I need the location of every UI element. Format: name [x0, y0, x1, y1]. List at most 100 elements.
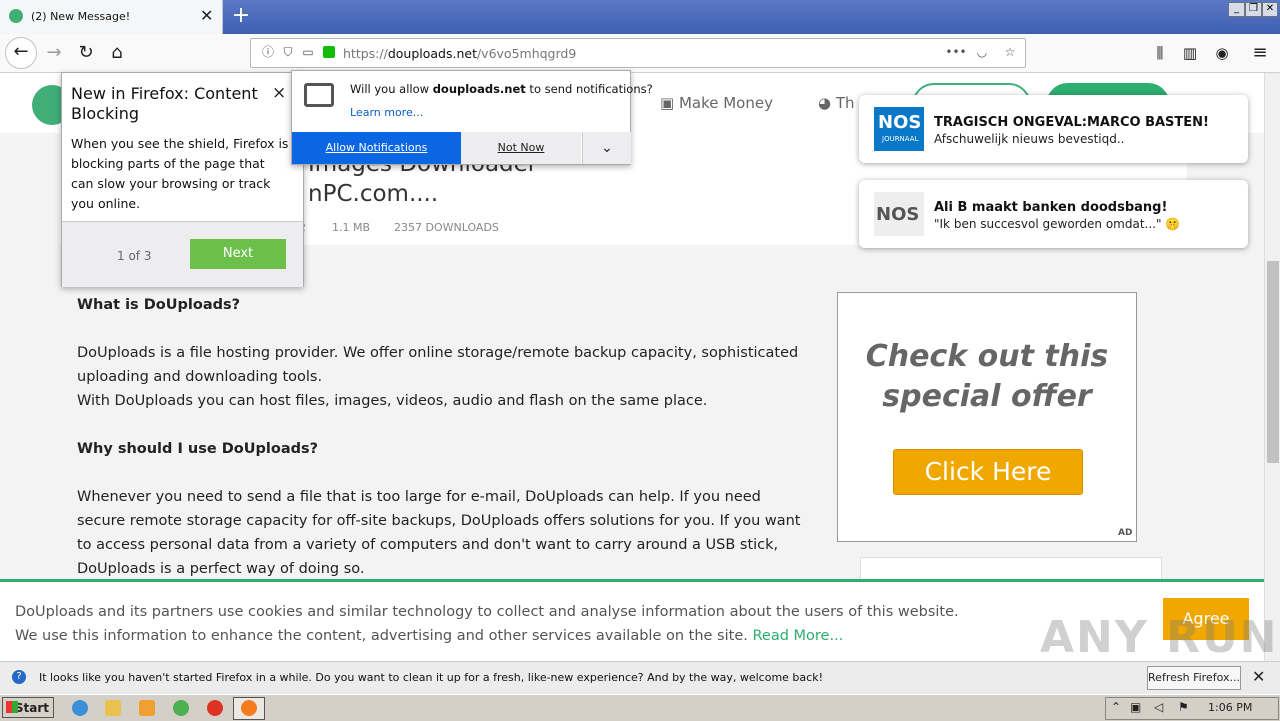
nos-logo-text: NOS	[876, 204, 920, 225]
windows-flag-icon	[6, 701, 18, 713]
firefox-taskbar-button[interactable]	[233, 697, 265, 720]
money-icon: ▣	[660, 94, 679, 112]
heading-why-use: Why should I use DoUploads?	[77, 441, 319, 457]
popup-footer: 1 of 3 Next	[62, 221, 303, 287]
info-icon[interactable]: ⓘ	[261, 45, 275, 59]
question-domain: douploads.net	[432, 82, 526, 96]
paragraph-what-is-b: With DoUploads you can host files, image…	[77, 393, 708, 409]
heading-what-is: What is DoUploads?	[77, 297, 241, 313]
reload-button[interactable]: ↻	[72, 39, 100, 67]
ad-click-button[interactable]: Click Here	[893, 449, 1083, 495]
library-icon[interactable]: ⫼	[1146, 39, 1174, 67]
firefox-notification-bar: ? It looks like you haven't started Fire…	[0, 661, 1280, 694]
news-toast-2[interactable]: NOS Ali B maakt banken doodsbang! "Ik be…	[859, 180, 1248, 248]
not-now-button[interactable]: Not Now	[461, 132, 581, 164]
cookie-text: DoUploads and its partners use cookies a…	[15, 600, 965, 648]
network-icon[interactable]: ▣	[1130, 700, 1141, 714]
ie-icon[interactable]	[72, 700, 88, 716]
file-downloads-count: 2357	[394, 221, 422, 234]
pocket-icon[interactable]: ◡	[975, 45, 989, 59]
media-player-icon[interactable]	[139, 700, 155, 716]
watermark: ANY RUN	[1040, 612, 1279, 663]
bookmark-star-icon[interactable]: ☆	[1003, 45, 1017, 59]
url-text[interactable]: https://douploads.net/v6vo5mhqgrd9	[343, 46, 576, 61]
clock: 1:06 PM	[1208, 701, 1253, 714]
shield-icon[interactable]: ⛉	[281, 45, 295, 59]
toast-heading: Ali B maakt banken doodsbang!	[934, 200, 1168, 215]
recaptcha-widget[interactable]	[860, 557, 1162, 580]
read-more-link[interactable]: Read More...	[752, 628, 843, 644]
home-button[interactable]: ⌂	[103, 39, 131, 67]
file-size: 1.1 MB	[332, 221, 371, 234]
tab-active[interactable]: (2) New Message! ✕	[0, 0, 223, 34]
ad-text: Check out this special offer	[865, 339, 1109, 414]
url-domain: douploads.net	[387, 46, 477, 61]
new-tab-button[interactable]: +	[230, 3, 252, 28]
page-scrollbar[interactable]	[1264, 73, 1280, 661]
minimize-button[interactable]: _	[1228, 2, 1245, 17]
permission-question: Will you allow douploads.net to send not…	[350, 82, 653, 96]
toast-body: Afschuwelijk nieuws bevestiqd..	[934, 132, 1125, 146]
chrome-icon[interactable]	[173, 700, 189, 716]
toast-body: "Ik ben succesvol geworden omdat..." 🤫	[934, 217, 1181, 231]
chat-bubble-icon	[304, 83, 334, 107]
firefox-icon	[241, 700, 257, 716]
popup-step: 1 of 3	[117, 249, 152, 263]
paragraph-what-is-a: DoUploads is a file hosting provider. We…	[77, 345, 799, 385]
file-downloads: 2357 DOWNLOADS	[394, 221, 499, 234]
popup-title: New in Firefox: Content Blocking	[71, 84, 258, 123]
sidebar-icon[interactable]: ▥	[1176, 39, 1204, 67]
nav-themes-label: Th	[835, 94, 855, 112]
more-options-chevron-icon[interactable]: ⌄	[582, 132, 631, 164]
windows-taskbar: Start ⌃ ▣ ◁ ⚑ 1:06 PM	[0, 694, 1280, 721]
cookie-line-1: DoUploads and its partners use cookies a…	[15, 604, 959, 620]
palette-icon: ◕	[818, 94, 836, 112]
nos-logo: NOS	[874, 192, 924, 236]
learn-more-link[interactable]: Learn more...	[350, 106, 423, 119]
refresh-firefox-button[interactable]: Refresh Firefox...	[1147, 666, 1241, 690]
explorer-icon[interactable]	[105, 700, 121, 716]
nav-make-money-label: Make Money	[678, 94, 773, 112]
tab-strip: (2) New Message! ✕ + _ ❐ ✕	[0, 0, 1280, 34]
content-blocking-popup: New in Firefox: Content Blocking × When …	[61, 72, 304, 287]
question-pre: Will you allow	[350, 82, 433, 96]
allow-notifications-button[interactable]: Allow Notifications	[292, 132, 461, 164]
navigation-toolbar: ← → ↻ ⌂ ⓘ ⛉ ▭ https://douploads.net/v6vo…	[0, 34, 1280, 73]
back-button[interactable]: ←	[5, 37, 37, 69]
firefox-notice-text: It looks like you haven't started Firefo…	[39, 671, 823, 684]
question-post: to send notifications?	[525, 82, 653, 96]
url-bar[interactable]: ⓘ ⛉ ▭ https://douploads.net/v6vo5mhqgrd9…	[250, 38, 1026, 68]
system-tray: ⌃ ▣ ◁ ⚑	[1105, 697, 1279, 720]
menu-button[interactable]: ≡	[1246, 39, 1274, 67]
lock-icon	[323, 46, 335, 58]
ad-banner[interactable]: Check out this special offer Click Here …	[837, 292, 1137, 542]
restore-button[interactable]: ❐	[1245, 2, 1262, 17]
flag-icon[interactable]: ⚑	[1178, 700, 1189, 714]
notification-permission-icon[interactable]: ▭	[301, 45, 315, 59]
scrollbar-thumb[interactable]	[1267, 261, 1279, 463]
nav-make-money[interactable]: ▣ Make Money	[660, 94, 773, 112]
page-actions-icon[interactable]: •••	[945, 45, 967, 59]
url-path: /v6vo5mhqgrd9	[476, 46, 577, 61]
nos-logo-sub: JOURNAAL	[882, 135, 919, 143]
notice-close-icon[interactable]: ✕	[1252, 667, 1265, 686]
nav-themes[interactable]: ◕ Th	[818, 94, 855, 112]
toast-heading: TRAGISCH ONGEVAL:MARCO BASTEN!	[934, 115, 1209, 130]
nos-logo: NOS JOURNAAL	[874, 107, 924, 151]
file-downloads-label: DOWNLOADS	[425, 221, 499, 234]
paragraph-why-use: Whenever you need to send a file that is…	[77, 489, 801, 577]
account-icon[interactable]: ◉	[1208, 39, 1236, 67]
tab-close-icon[interactable]: ✕	[200, 6, 213, 25]
question-icon: ?	[12, 670, 26, 684]
window-close-button[interactable]: ✕	[1262, 2, 1278, 17]
popup-close-icon[interactable]: ×	[272, 83, 286, 103]
forward-button[interactable]: →	[40, 39, 68, 67]
about-section: What is DoUploads? DoUploads is a file h…	[77, 293, 807, 580]
news-toast-1[interactable]: NOS JOURNAAL TRAGISCH ONGEVAL:MARCO BAST…	[859, 95, 1248, 163]
opera-icon[interactable]	[207, 700, 223, 716]
start-label: Start	[14, 701, 49, 715]
popup-next-button[interactable]: Next	[190, 239, 286, 269]
site-favicon-icon	[9, 9, 23, 23]
tray-expand-icon[interactable]: ⌃	[1111, 700, 1121, 714]
volume-icon[interactable]: ◁	[1154, 700, 1163, 714]
